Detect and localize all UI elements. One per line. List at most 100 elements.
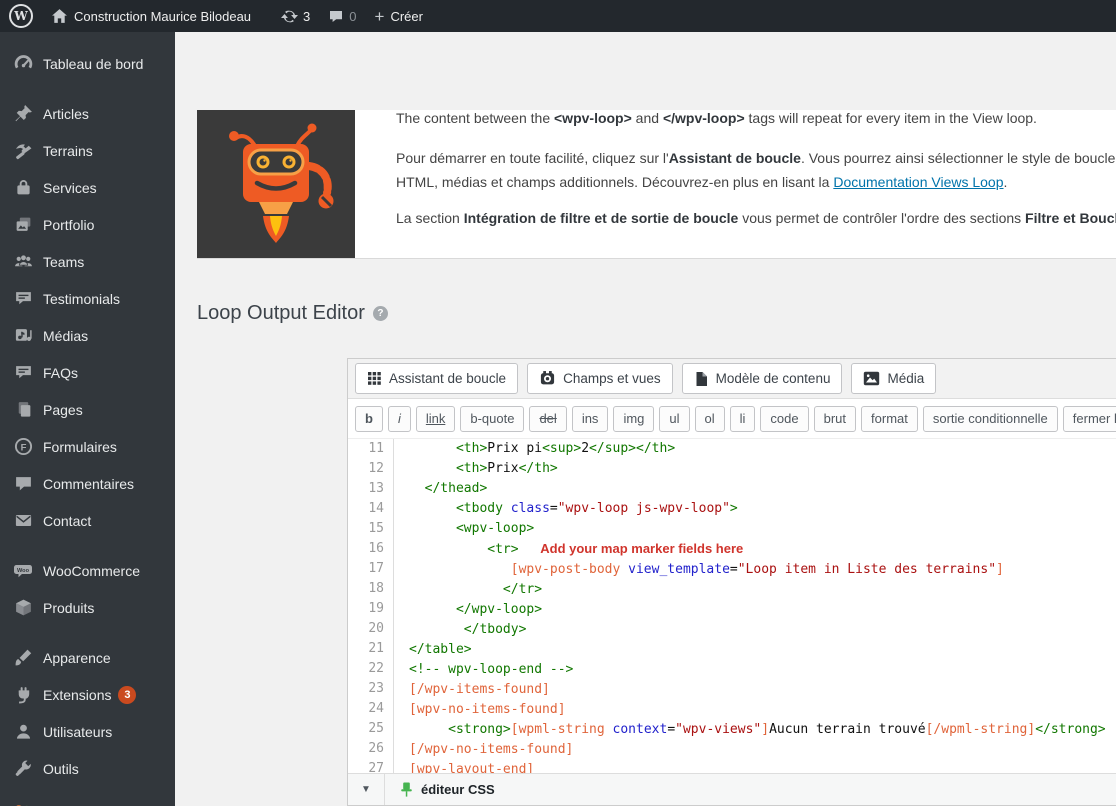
sidebar-item-produits[interactable]: Produits — [0, 589, 175, 626]
quicktag-b-quote[interactable]: b-quote — [460, 405, 525, 432]
comments-menu[interactable]: 0 — [319, 0, 365, 32]
code-line: <strong>[wpml-string context="wpv-views"… — [448, 722, 1106, 737]
user-icon — [13, 722, 33, 742]
quicktags-toolbar: b i link b-quote del ins img ul ol li code brut form… — [348, 399, 1116, 439]
quicktag-fermer-les-balises[interactable]: fermer les balises — [1062, 405, 1116, 432]
sidebar-item-label: Terrains — [43, 142, 93, 159]
line-number: 19 — [368, 601, 384, 616]
sidebar-item-contact[interactable]: Contact — [0, 502, 175, 539]
sidebar-item-apparence[interactable]: Apparence — [0, 639, 175, 676]
updates-menu[interactable]: 3 — [272, 0, 319, 32]
quicktag-ul[interactable]: ul — [659, 405, 690, 432]
line-number: 20 — [368, 621, 384, 636]
media-button[interactable]: Média — [851, 363, 937, 394]
code-line: </tbody> — [463, 622, 527, 637]
new-content-menu[interactable]: + Créer — [366, 0, 432, 32]
sidebar-item-label: Teams — [43, 253, 85, 270]
line-number-gutter: 11 12 13 14 15 16 17 18 19 20 21 22 23 24 25 26 27 — [348, 439, 394, 773]
grid-icon — [367, 371, 382, 386]
sidebar-item-label: Produits — [43, 599, 95, 616]
plug-icon — [13, 685, 33, 705]
quicktag-b[interactable]: b — [355, 405, 383, 432]
line-number: 15 — [368, 521, 384, 536]
help-paragraph-line: Pour démarrer en toute facilité, cliquez… — [396, 150, 1116, 166]
sidebar-item-label: Testimonials — [43, 290, 121, 307]
champs-et-vues-button[interactable]: Champs et vues — [527, 363, 673, 394]
code-line: [wpv-layout-end] — [409, 762, 535, 773]
image-icon — [863, 371, 880, 386]
quicktag-i[interactable]: i — [387, 405, 411, 432]
envelope-icon — [13, 511, 33, 531]
line-number: 21 — [368, 641, 384, 656]
quicktag-link[interactable]: link — [415, 405, 456, 432]
sidebar-item-label: FAQs — [43, 364, 79, 381]
line-number: 25 — [368, 721, 384, 736]
documentation-link[interactable]: Documentation Views Loop — [833, 174, 1003, 190]
collapse-toggle[interactable]: ▼ — [348, 774, 385, 805]
sidebar-item-portfolio[interactable]: Portfolio — [0, 206, 175, 243]
quicktag-li[interactable]: li — [729, 405, 756, 432]
quicktag-code[interactable]: code — [760, 405, 809, 432]
sidebar-item-label: Extensions — [43, 686, 112, 703]
updates-icon — [281, 8, 299, 25]
sidebar-item-item[interactable] — [0, 787, 175, 806]
sidebar-item-utilisateurs[interactable]: Utilisateurs — [0, 713, 175, 750]
site-name-link[interactable]: Construction Maurice Bilodeau — [42, 0, 260, 32]
brush-icon — [13, 648, 33, 668]
admin-bar: W Construction Maurice Bilodeau 3 0 + Cr… — [0, 0, 1116, 32]
groups-icon — [13, 252, 33, 272]
svg-text:Woo: Woo — [17, 568, 30, 574]
chevron-down-icon: ▼ — [361, 784, 371, 795]
modele-de-contenu-button[interactable]: Modèle de contenu — [681, 363, 843, 394]
quicktag-ins[interactable]: ins — [571, 405, 609, 432]
help-icon[interactable]: ? — [372, 306, 388, 321]
wordpress-logo-menu[interactable]: W — [0, 0, 42, 32]
sidebar-item-tableau-de-bord[interactable]: Tableau de bord — [0, 45, 175, 82]
sidebar-item-services[interactable]: Services — [0, 169, 175, 206]
box-icon — [13, 598, 33, 618]
sidebar-item-commentaires[interactable]: Commentaires — [0, 465, 175, 502]
media-note-icon — [13, 326, 33, 346]
sidebar-item-outils[interactable]: Outils — [0, 750, 175, 787]
sidebar-item-faqs[interactable]: FAQs — [0, 354, 175, 391]
sidebar-item-label: WooCommerce — [43, 562, 140, 579]
code-line: [/wpv-no-items-found] — [409, 742, 574, 757]
quicktag-brut[interactable]: brut — [813, 405, 857, 432]
admin-menu: Tableau de bord Articles Terrains Services P… — [0, 32, 175, 806]
code-editor[interactable]: <th>Prix pi<sup>2</sup></th> <th>Prix</t… — [394, 439, 1116, 773]
code-line: <!-- wpv-loop-end --> — [409, 662, 574, 677]
sidebar-item-terrains[interactable]: Terrains — [0, 132, 175, 169]
menu-separator — [0, 539, 175, 552]
code-line: </thead> — [424, 481, 488, 496]
sidebar-item-label: Utilisateurs — [43, 723, 113, 740]
sidebar-item-medias[interactable]: Médias — [0, 317, 175, 354]
sidebar-item-pages[interactable]: Pages — [0, 391, 175, 428]
line-number: 11 — [368, 441, 384, 456]
quicktag-sortie-conditionnelle[interactable]: sortie conditionnelle — [922, 405, 1058, 432]
quicktag-del[interactable]: del — [529, 405, 567, 432]
line-number: 12 — [368, 461, 384, 476]
sidebar-item-label: Articles — [43, 105, 89, 122]
plus-icon: + — [374, 6, 385, 26]
quicktag-img[interactable]: img — [613, 405, 655, 432]
sidebar-item-label: Médias — [43, 327, 89, 344]
sidebar-item-extensions[interactable]: Extensions 3 — [0, 676, 175, 713]
code-line: <tr> Add your map marker fields here — [487, 541, 744, 557]
new-content-label: Créer — [390, 8, 423, 24]
line-number: 24 — [368, 701, 384, 716]
loop-output-editor: Assistant de boucle Champs et vues Modèle … — [347, 358, 1116, 806]
sidebar-item-formulaires[interactable]: F Formulaires — [0, 428, 175, 465]
sidebar-item-label: Formulaires — [43, 438, 117, 455]
quicktag-ol[interactable]: ol — [694, 405, 725, 432]
sidebar-item-label: Commentaires — [43, 475, 135, 492]
quicktag-format[interactable]: format — [861, 405, 918, 432]
sidebar-item-articles[interactable]: Articles — [0, 95, 175, 132]
sidebar-item-woocommerce[interactable]: Woo WooCommerce — [0, 552, 175, 589]
code-line: </tr> — [502, 582, 543, 597]
assistant-de-boucle-button[interactable]: Assistant de boucle — [355, 363, 519, 394]
css-editor-toggle[interactable]: éditeur CSS — [385, 774, 495, 805]
content-template-icon — [694, 371, 709, 387]
sidebar-item-testimonials[interactable]: Testimonials — [0, 280, 175, 317]
sidebar-item-teams[interactable]: Teams — [0, 243, 175, 280]
css-editor-label: éditeur CSS — [421, 782, 495, 797]
